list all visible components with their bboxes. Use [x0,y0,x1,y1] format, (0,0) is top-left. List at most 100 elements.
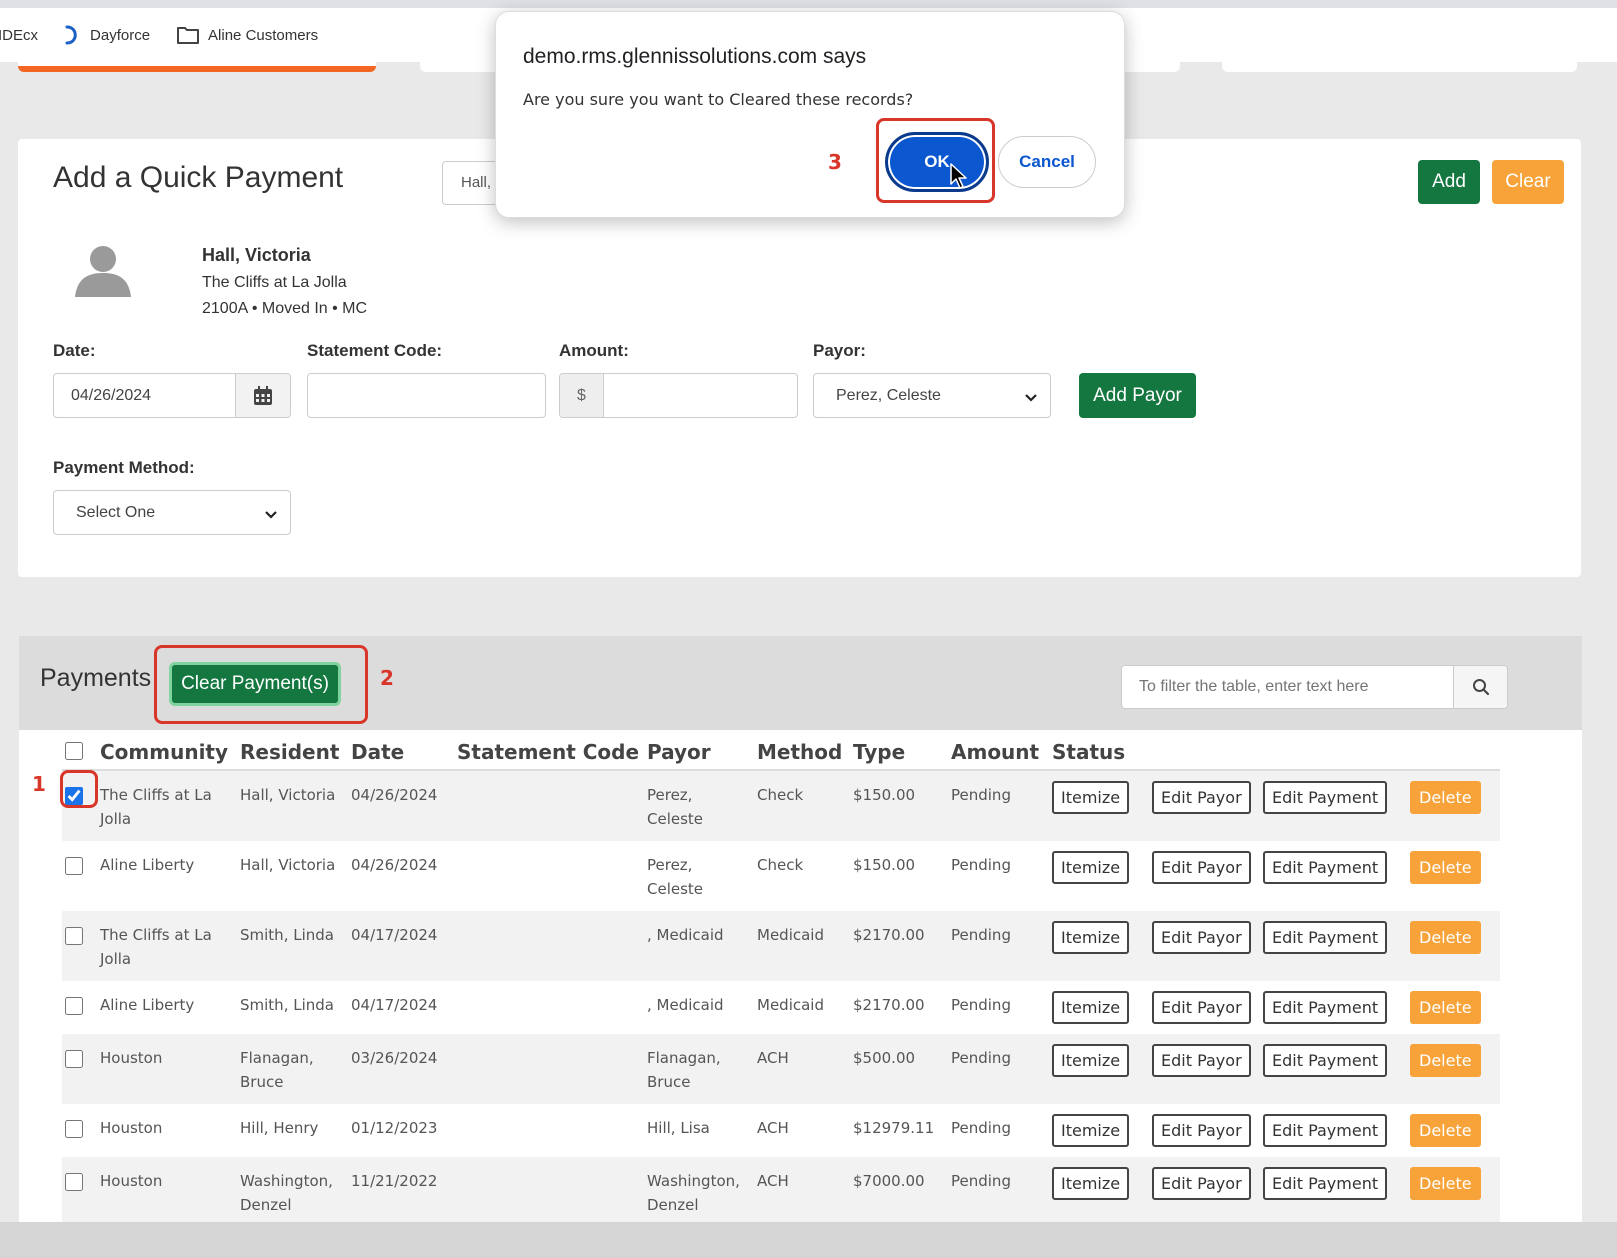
edit-payment-button[interactable]: Edit Payment [1263,1167,1388,1200]
delete-cell: Delete [1407,1104,1500,1157]
delete-cell: Delete [1407,911,1500,981]
community-cell: Aline Liberty [97,841,237,911]
delete-button[interactable]: Delete [1410,781,1481,814]
row-checkbox[interactable] [65,857,83,875]
edit-payor-button[interactable]: Edit Payor [1152,781,1251,814]
statement-code-input[interactable] [307,373,546,418]
delete-button[interactable]: Delete [1410,991,1481,1024]
delete-button[interactable]: Delete [1410,1044,1481,1077]
itemize-button[interactable]: Itemize [1052,1114,1130,1147]
itemize-button[interactable]: Itemize [1052,1167,1130,1200]
itemize-cell: Itemize [1049,1034,1149,1104]
column-header[interactable]: Payor [644,730,754,771]
edit-payor-button[interactable]: Edit Payor [1152,921,1251,954]
bookmark-aline-customers[interactable]: Aline Customers [176,25,318,45]
itemize-button[interactable]: Itemize [1052,1044,1130,1077]
table-row: The Cliffs at La Jolla Smith, Linda 04/17/… [62,911,1500,981]
method-cell: Check [754,770,850,841]
date-cell: 01/12/2023 [348,1104,454,1157]
row-checkbox[interactable] [65,1173,83,1191]
itemize-button[interactable]: Itemize [1052,781,1130,814]
status-cell: Pending [948,1157,1049,1227]
edit-payor-button[interactable]: Edit Payor [1152,1167,1251,1200]
column-header[interactable]: Date [348,730,454,771]
resident-unit-status: 2100A • Moved In • MC [202,300,368,317]
select-all-checkbox[interactable] [65,742,83,760]
column-header[interactable]: Type [850,730,948,771]
resident-name: Hall, Victoria [202,245,311,265]
page-footer-strip [0,1222,1617,1258]
row-checkbox[interactable] [65,1120,83,1138]
edit-payment-button[interactable]: Edit Payment [1263,921,1388,954]
payor-selected-value: Perez, Celeste [836,386,941,404]
itemize-cell: Itemize [1049,1104,1149,1157]
mouse-cursor-icon [950,163,968,194]
community-cell: The Cliffs at La Jolla [97,770,237,841]
amount-cell: $500.00 [850,1034,948,1104]
filter-input[interactable] [1122,666,1453,708]
payor-select[interactable]: Perez, Celeste [813,373,1051,418]
itemize-button[interactable]: Itemize [1052,991,1130,1024]
chevron-down-icon [264,507,278,525]
delete-button[interactable]: Delete [1410,1167,1481,1200]
resident-cell: Flanagan, Bruce [237,1034,348,1104]
edit-payment-button[interactable]: Edit Payment [1263,1044,1388,1077]
bookmark-idecx[interactable]: IDEcx [0,27,38,44]
edit-payment-button[interactable]: Edit Payment [1263,1114,1388,1147]
payor-label: Payor: [813,341,866,360]
search-icon[interactable] [1453,666,1507,708]
statement-code-cell [454,1034,644,1104]
edit-payor-button[interactable]: Edit Payor [1152,1114,1251,1147]
payment-method-select[interactable]: Select One [53,490,291,535]
edit-payor-button[interactable]: Edit Payor [1152,991,1251,1024]
edit-payment-button[interactable]: Edit Payment [1263,781,1388,814]
clear-button[interactable]: Clear [1492,160,1564,204]
column-header[interactable]: Resident [237,730,348,771]
row-select-cell [62,841,97,911]
date-cell: 04/17/2024 [348,981,454,1034]
amount-input[interactable]: $ [559,373,798,418]
dialog-message: Are you sure you want to Cleared these r… [523,90,914,109]
column-header[interactable]: Method [754,730,850,771]
status-cell: Pending [948,841,1049,911]
row-checkbox[interactable] [65,1050,83,1068]
edit-payment-button[interactable]: Edit Payment [1263,851,1388,884]
column-header[interactable]: Statement Code [454,730,644,771]
statement-code-cell [454,841,644,911]
annotation-highlight-box [60,770,98,808]
row-select-cell [62,981,97,1034]
statement-code-cell [454,770,644,841]
delete-button[interactable]: Delete [1410,851,1481,884]
column-header[interactable]: Amount [948,730,1049,771]
row-checkbox[interactable] [65,997,83,1015]
community-cell: Aline Liberty [97,981,237,1034]
delete-button[interactable]: Delete [1410,1114,1481,1147]
add-payor-button[interactable]: Add Payor [1079,373,1196,418]
resident-cell: Hill, Henry [237,1104,348,1157]
calendar-icon[interactable] [235,374,290,417]
itemize-button[interactable]: Itemize [1052,851,1130,884]
add-button[interactable]: Add [1418,160,1480,204]
ok-button[interactable]: OK [885,132,989,192]
itemize-button[interactable]: Itemize [1052,921,1130,954]
edit-payor-button[interactable]: Edit Payor [1152,1044,1251,1077]
itemize-cell: Itemize [1049,1157,1149,1227]
column-header-empty [1407,730,1500,771]
edit-payor-cell: Edit Payor [1149,1157,1260,1227]
edit-payor-button[interactable]: Edit Payor [1152,851,1251,884]
community-cell: The Cliffs at La Jolla [97,911,237,981]
date-field[interactable]: 04/26/2024 [53,373,291,418]
resident-cell: Hall, Victoria [237,841,348,911]
bookmark-dayforce[interactable]: Dayforce [64,24,150,46]
edit-payment-cell: Edit Payment [1260,911,1407,981]
payment-method-label: Payment Method: [53,458,195,477]
column-header[interactable]: Community [97,730,237,771]
row-checkbox[interactable] [65,927,83,945]
table-row: The Cliffs at La Jolla Hall, Victoria 04/2… [62,770,1500,841]
delete-button[interactable]: Delete [1410,921,1481,954]
column-header[interactable]: Status [1049,730,1149,771]
cancel-button[interactable]: Cancel [998,136,1096,188]
summary-card [1222,62,1577,72]
edit-payment-button[interactable]: Edit Payment [1263,991,1388,1024]
resident-search-input[interactable]: Hall, [442,161,502,205]
